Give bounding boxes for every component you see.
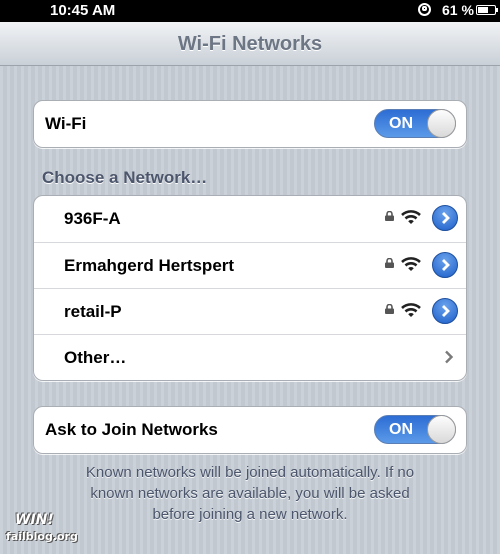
battery-percent: 61 %	[442, 2, 474, 18]
status-time: 10:45 AM	[50, 2, 116, 19]
navigation-bar: Wi-Fi Networks	[0, 22, 500, 66]
watermark-site: failblog.org	[6, 530, 78, 543]
network-row-ermahgerd-hertspert[interactable]: Ermahgerd Hertspert	[34, 242, 466, 288]
network-name: retail-P	[64, 302, 122, 321]
ask-to-join-label: Ask to Join Networks	[45, 420, 218, 439]
lock-icon	[385, 258, 394, 268]
ask-to-join-toggle[interactable]: ON	[374, 415, 456, 444]
wifi-signal-icon	[401, 257, 421, 271]
network-details-button[interactable]	[432, 298, 458, 324]
description-line: known networks are available, you will b…	[90, 485, 410, 502]
chevron-right-icon	[442, 259, 450, 271]
lock-icon	[385, 211, 394, 221]
chevron-right-icon	[442, 305, 450, 317]
wifi-signal-icon	[401, 210, 421, 224]
ask-toggle-state: ON	[389, 421, 413, 438]
wifi-toggle-state: ON	[389, 115, 413, 132]
ask-to-join-group: Ask to Join Networks ON	[33, 406, 467, 454]
network-list: 936F-A Ermahgerd Hertspert retail-P Othe…	[33, 195, 467, 381]
wifi-group: Wi-Fi ON	[33, 100, 467, 148]
wifi-toggle[interactable]: ON	[374, 109, 456, 138]
lock-icon	[385, 304, 394, 314]
network-name: Ermahgerd Hertspert	[64, 256, 235, 275]
ask-to-join-cell: Ask to Join Networks ON	[34, 407, 466, 453]
chevron-right-icon	[445, 350, 454, 364]
network-details-button[interactable]	[432, 252, 458, 278]
description-line: before joining a new network.	[152, 506, 348, 523]
failblog-watermark: WIN! failblog.org	[6, 512, 78, 550]
status-bar: 10:45 AM 61 %	[0, 0, 500, 22]
other-network-row[interactable]: Other…	[34, 334, 466, 380]
ask-to-join-description: Known networks will be joined automatica…	[60, 462, 440, 525]
wifi-cell: Wi-Fi ON	[34, 101, 466, 147]
network-row-retail-p[interactable]: retail-P	[34, 288, 466, 334]
other-network-label: Other…	[64, 348, 127, 367]
toggle-knob	[427, 109, 456, 138]
rotation-lock-icon	[418, 3, 431, 16]
page-title: Wi-Fi Networks	[177, 33, 323, 55]
battery-icon	[476, 5, 498, 15]
network-row-936f-a[interactable]: 936F-A	[34, 196, 466, 242]
choose-network-header: Choose a Network…	[42, 168, 208, 187]
wifi-label: Wi-Fi	[45, 114, 87, 133]
description-line: Known networks will be joined automatica…	[85, 464, 415, 481]
network-details-button[interactable]	[432, 205, 458, 231]
chevron-right-icon	[442, 212, 450, 224]
watermark-win: WIN!	[15, 512, 54, 528]
battery-fill	[478, 7, 488, 13]
toggle-knob	[427, 415, 456, 444]
wifi-signal-icon	[401, 303, 421, 317]
network-name: 936F-A	[64, 209, 121, 228]
